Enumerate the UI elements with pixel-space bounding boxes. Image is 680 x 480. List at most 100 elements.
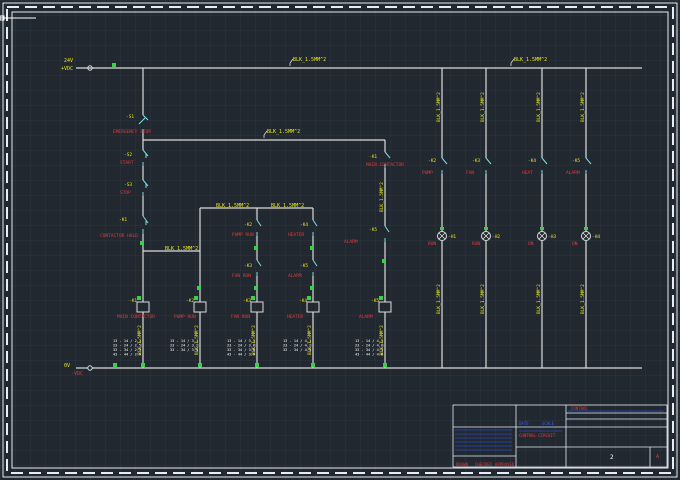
branch-lower-tag: -K5 [369,227,377,233]
vlabel-col3-bot: BLK_1.5MM^2 [536,284,542,314]
wire-label-mid-bus: BLK_1.5MM^2 [267,129,300,135]
supply-top-sublabel: +VDC [61,66,73,72]
coil-tag: -K2 [186,298,194,304]
branch-lower-name: ALARM [344,239,358,245]
title-checked: CHECKED [475,462,492,467]
coil-tag: -K3 [243,298,251,304]
title-date: DATE [519,421,529,426]
wire-label-group-a: BLK_1.5MM^2 [216,203,249,209]
lamp-name: RUN [472,241,480,247]
relay-contact-tag: -K1 [119,217,127,223]
start-name: START [120,160,134,166]
supply-bottom-label: 0V [64,363,70,369]
coil-contact-ref: 33 - 34 / 3.8 [227,348,255,352]
coil-terminal [194,296,198,300]
coil-contact-ref: 23 - 24 / 4.2 [283,344,311,348]
lamp-tag: -H2 [492,234,500,240]
lamp-name: ON [528,241,534,247]
wire-label-group-b: BLK_1.5MM^2 [271,203,304,209]
vlabel-branch: BLK_1.5MM^2 [379,182,385,212]
coil-contact-ref: 43 - 44 / 3.9 [227,353,255,357]
lamp-contact-name: FAN [466,170,474,176]
coil-terminal [307,296,311,300]
lamp-terminal [584,227,588,230]
lamp-contact-tag: -K5 [572,158,580,164]
lamp-tag: -H1 [448,234,456,240]
title-scale: SCALE [542,421,555,426]
coil-terminal [137,296,141,300]
vlabel-col1-top: BLK_1.5MM^2 [436,92,442,122]
vlabel-col4-top: BLK_1.5MM^2 [580,92,586,122]
revision: A [656,454,659,460]
wire-label-main-bus: BLK_1.5MM^2 [293,57,326,63]
coil-bottom-terminal [198,363,202,367]
coil-tag: -K5 [371,298,379,304]
vlabel-col2-top: BLK_1.5MM^2 [480,92,486,122]
coil-contact-ref: 23 - 24 / 4.6 [355,344,383,348]
coil-contact-ref: 43 - 44 / 4.8 [355,353,383,357]
coil-contact-ref: 13 - 14 / 4.5 [355,339,383,343]
lamp-tag: -H4 [592,234,600,240]
sheet-number: 2 [610,454,614,461]
coil-tag: -K1 [129,298,137,304]
group-a-name-1: PUMP RUN [232,232,254,238]
coil-contact-ref: 13 - 14 / 3.1 [170,339,198,343]
lamp-contact-tag: -K2 [428,158,436,164]
coil-contact-ref: 33 - 34 / 2.7 [113,348,141,352]
coil-name: FAN RUN [231,314,250,320]
coil-terminal [379,296,383,300]
coil-bottom-terminal [311,363,315,367]
coil-name: PUMP RUN [174,314,196,320]
coil-terminal [251,296,255,300]
title-company: CONTROL [571,406,588,411]
title-drawing: CONTROL CIRCUIT [519,433,556,438]
coil-contact-ref: 43 - 44 / 2.9 [113,353,141,357]
group-b-tag-1: -K4 [300,222,308,228]
coil-contact-ref: 33 - 34 / 4.3 [283,348,311,352]
lamp-tag: -H3 [548,234,556,240]
relay-contact-name: CONTACTOR HOLD [100,233,138,239]
coil-bottom-terminal [255,363,259,367]
group-a-tag-2: -K3 [244,263,252,269]
supply-bottom-sublabel: -VDC [71,371,83,377]
stop-name: STOP [120,190,131,196]
lamp-name: ON [572,241,578,247]
coil-tag: -K4 [299,298,307,304]
supply-top-label: 24V [64,58,73,64]
lamp-contact-name: PUMP [422,170,433,176]
lamp-contact-tag: -K4 [528,158,536,164]
coil-name: HEATER [287,314,304,320]
coil-name: MAIN CONTACTOR [117,314,155,320]
coil-contact-ref: 23 - 24 / 3.6 [227,344,255,348]
estop-tag: -S1 [126,114,134,120]
title-approved: APPROVED [495,462,515,467]
coil-contact-ref: 13 - 14 / 3.5 [227,339,255,343]
group-a-name-2: FAN RUN [232,273,251,279]
coil-contact-ref: 13 - 14 / 4.1 [283,339,311,343]
coil-name: ALARM [359,314,373,320]
coil-contact-ref: 13 - 14 / 2.3 [113,339,141,343]
group-b-tag-2: -K5 [300,263,308,269]
lamp-contact-name: ALARM [566,170,580,176]
group-b-name-1: HEATER [288,232,305,238]
lamp-terminal [484,227,488,230]
stop-tag: -S3 [124,182,132,188]
vlabel-col4-bot: BLK_1.5MM^2 [580,284,586,314]
start-tag: -S2 [124,152,132,158]
lamp-contact-name: HEAT [522,170,533,176]
branch-contact-tag: -K1 [369,154,377,160]
coil-bottom-terminal [141,363,145,367]
lamp-terminal [440,227,444,230]
vlabel-col2-bot: BLK_1.5MM^2 [480,284,486,314]
vlabel-col1-bot: BLK_1.5MM^2 [436,284,442,314]
branch-contact-name: MAIN CONTACTOR [366,162,404,168]
lamp-name: RUN [428,241,436,247]
estop-name: EMERGENCY STOP [113,129,151,135]
coil-bottom-terminal [383,363,387,367]
coil-contact-ref: 33 - 34 / 3.4 [170,348,198,352]
drawing-canvas: 24V +VDC 0V -VDC BLK_1.5MM^2 BLK_1.5MM^2… [0,0,680,480]
lamp-contact-tag: -K3 [472,158,480,164]
coil-contact-ref: 33 - 34 / 4.7 [355,348,383,352]
title-drawn: DRAWN [456,462,469,467]
group-a-tag-1: -K2 [244,222,252,228]
